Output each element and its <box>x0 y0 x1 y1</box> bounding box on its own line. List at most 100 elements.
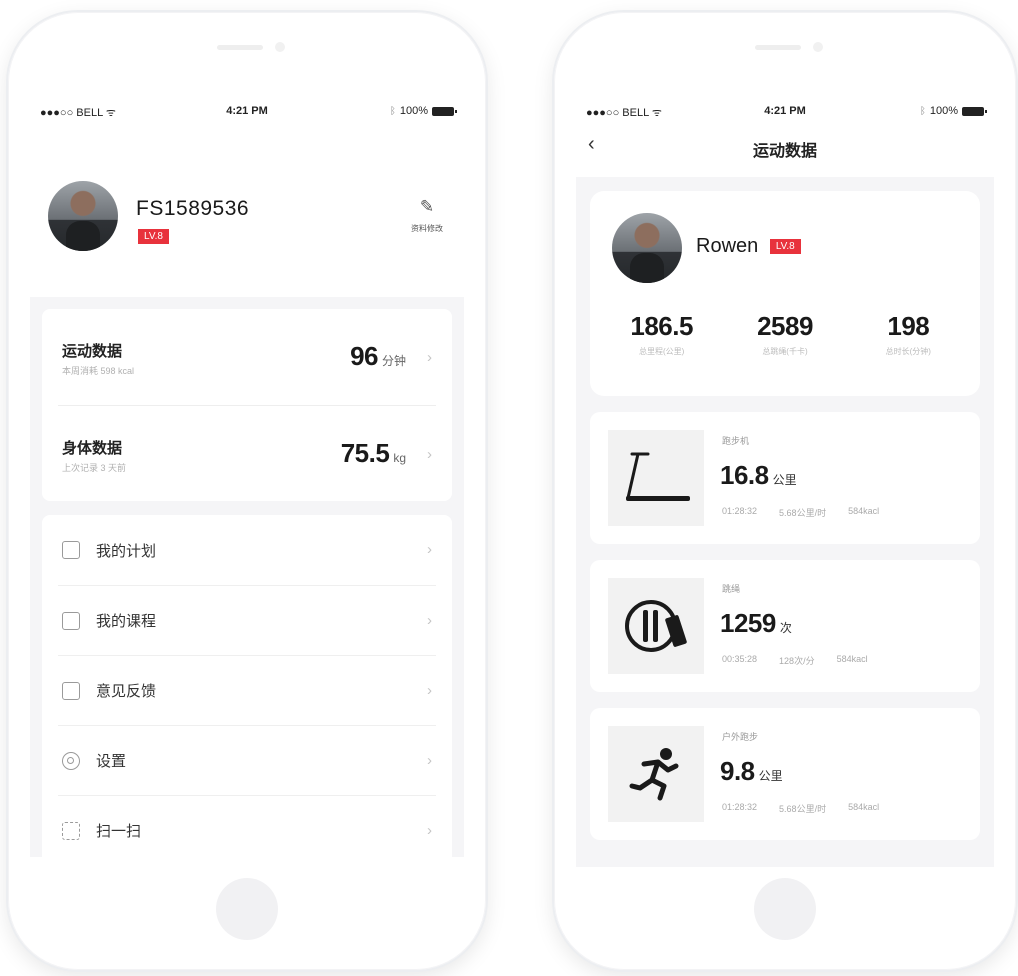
jump-rope-icon <box>625 600 687 652</box>
activity-name: 跳绳 <box>722 584 741 594</box>
battery-indicator: ᛒ 100% <box>919 105 987 117</box>
value-number: 96 <box>350 341 378 371</box>
row-title: 运动数据 <box>62 343 123 360</box>
chevron-right-icon: › <box>427 682 432 699</box>
plan-icon <box>62 541 80 559</box>
stat-value: 186.5 <box>630 311 693 341</box>
activity-value: 1259 次 <box>720 608 792 639</box>
activity-card-treadmill[interactable]: 跑步机 16.8 公里 01:28:32 5.68公里/时 584kacl <box>590 412 980 544</box>
value-number: 9.8 <box>720 756 755 786</box>
runner-thumbnail <box>608 726 704 822</box>
body-data-row[interactable]: 身体数据 上次记录 3 天前 75.5 kg › <box>58 405 436 501</box>
menu-list: 我的计划 › 我的课程 › 意见反馈 › 设置 › 扫一扫 › <box>42 515 452 865</box>
menu-label: 设置 <box>96 753 127 770</box>
level-badge: LV.8 <box>138 229 169 244</box>
stat-value: 198 <box>887 311 930 341</box>
scan-icon <box>62 821 80 840</box>
battery-percent: 100% <box>399 105 428 117</box>
stat-total-time: 198 总时长(分钟) <box>853 311 963 357</box>
username: FS1589536 <box>136 197 250 220</box>
value-number: 16.8 <box>720 460 769 490</box>
row-subtitle: 本周消耗 598 kcal <box>62 366 135 376</box>
chevron-right-icon: › <box>427 612 432 629</box>
value-number: 75.5 <box>340 438 390 468</box>
feedback-icon <box>62 681 80 700</box>
battery-indicator: ᛒ 100% <box>389 105 457 117</box>
activity-name: 跑步机 <box>722 436 750 446</box>
runner-icon <box>629 748 679 801</box>
chevron-right-icon: › <box>427 541 432 558</box>
stat-label: 总跳绳(千卡) <box>762 347 808 356</box>
menu-label: 扫一扫 <box>96 823 142 840</box>
menu-item-settings[interactable]: 设置 › <box>58 725 436 795</box>
user-name: Rowen <box>696 235 759 257</box>
activity-name: 户外跑步 <box>722 732 759 742</box>
row-title: 身体数据 <box>62 440 123 457</box>
page-title: 运动数据 <box>752 143 817 160</box>
activity-pace: 5.68公里/时 <box>779 804 827 814</box>
speaker-grille <box>755 45 801 50</box>
activity-duration: 00:35:28 <box>722 654 758 664</box>
user-name-row: Rowen LV.8 <box>696 235 801 258</box>
activity-calories: 584kacl <box>848 506 880 516</box>
status-bar: ●●●○○ BELL ᯤ 4:21 PM ᛒ 100% <box>576 97 994 127</box>
front-camera <box>275 42 285 52</box>
bluetooth-icon: ᛒ <box>919 105 926 117</box>
phone-frame-right: ●●●○○ BELL ᯤ 4:21 PM ᛒ 100% ‹ 运动数据 Rowen… <box>554 12 1016 970</box>
menu-label: 意见反馈 <box>96 683 157 700</box>
phone-frame-left: ●●●○○ BELL ᯤ 4:21 PM ᛒ 100% FS1589536 LV… <box>8 12 486 970</box>
avatar[interactable] <box>48 181 118 251</box>
value-unit: 公里 <box>772 473 797 487</box>
menu-item-courses[interactable]: 我的课程 › <box>58 585 436 655</box>
level-badge: LV.8 <box>769 239 801 254</box>
activity-value: 9.8 公里 <box>720 756 783 787</box>
menu-item-scan[interactable]: 扫一扫 › <box>58 795 436 865</box>
edit-profile-button[interactable]: ✎ 资料修改 <box>402 197 452 234</box>
home-button[interactable] <box>754 878 816 940</box>
data-card: 运动数据 本周消耗 598 kcal 96 分钟 › 身体数据 上次记录 3 天前… <box>42 309 452 501</box>
battery-icon <box>962 106 987 116</box>
activity-meta: 01:28:32 5.68公里/时 584kacl <box>722 506 970 519</box>
value-unit: 公里 <box>758 769 783 783</box>
content-area: Rowen LV.8 186.5 总里程(公里) 2589 总跳绳(千卡) 19… <box>576 177 994 867</box>
activity-value: 16.8 公里 <box>720 460 797 491</box>
activity-calories: 584kacl <box>848 802 880 812</box>
chevron-right-icon: › <box>427 822 432 839</box>
profile-screen: ●●●○○ BELL ᯤ 4:21 PM ᛒ 100% FS1589536 LV… <box>30 97 464 867</box>
chevron-right-icon: › <box>427 349 432 366</box>
activity-card-outdoor-run[interactable]: 户外跑步 9.8 公里 01:28:32 5.68公里/时 584kacl <box>590 708 980 840</box>
nav-bar: ‹ 运动数据 <box>576 127 994 165</box>
activity-rate: 128次/分 <box>779 656 815 666</box>
stat-label: 总里程(公里) <box>638 347 685 356</box>
row-subtitle: 上次记录 3 天前 <box>62 463 127 473</box>
activity-duration: 01:28:32 <box>722 506 758 516</box>
edit-profile-label: 资料修改 <box>411 224 443 233</box>
value-unit: 次 <box>779 621 792 635</box>
settings-icon <box>62 751 80 770</box>
content-area: 运动数据 本周消耗 598 kcal 96 分钟 › 身体数据 上次记录 3 天前… <box>30 297 464 865</box>
avatar[interactable] <box>612 213 682 283</box>
home-button[interactable] <box>216 878 278 940</box>
chevron-right-icon: › <box>427 752 432 769</box>
row-value: 75.5 kg <box>341 438 406 469</box>
value-number: 1259 <box>720 608 776 638</box>
battery-percent: 100% <box>929 105 958 117</box>
value-unit: kg <box>393 451 406 465</box>
battery-icon <box>432 106 457 116</box>
chevron-right-icon: › <box>427 446 432 463</box>
treadmill-thumbnail <box>608 430 704 526</box>
stat-value: 2589 <box>757 311 813 341</box>
exercise-data-row[interactable]: 运动数据 本周消耗 598 kcal 96 分钟 › <box>58 309 436 405</box>
pencil-icon: ✎ <box>419 197 435 216</box>
stat-jump-rope: 2589 总跳绳(千卡) <box>730 311 840 357</box>
activity-meta: 01:28:32 5.68公里/时 584kacl <box>722 802 970 815</box>
stats-row: 186.5 总里程(公里) 2589 总跳绳(千卡) 198 总时长(分钟) <box>590 311 980 357</box>
bluetooth-icon: ᛒ <box>389 105 396 117</box>
activity-card-jump-rope[interactable]: 跳绳 1259 次 00:35:28 128次/分 584kacl <box>590 560 980 692</box>
menu-item-feedback[interactable]: 意见反馈 › <box>58 655 436 725</box>
menu-label: 我的计划 <box>96 542 157 560</box>
activity-duration: 01:28:32 <box>722 802 758 812</box>
menu-item-plan[interactable]: 我的计划 › <box>58 515 436 585</box>
menu-label: 我的课程 <box>96 613 157 630</box>
value-unit: 分钟 <box>381 354 406 368</box>
